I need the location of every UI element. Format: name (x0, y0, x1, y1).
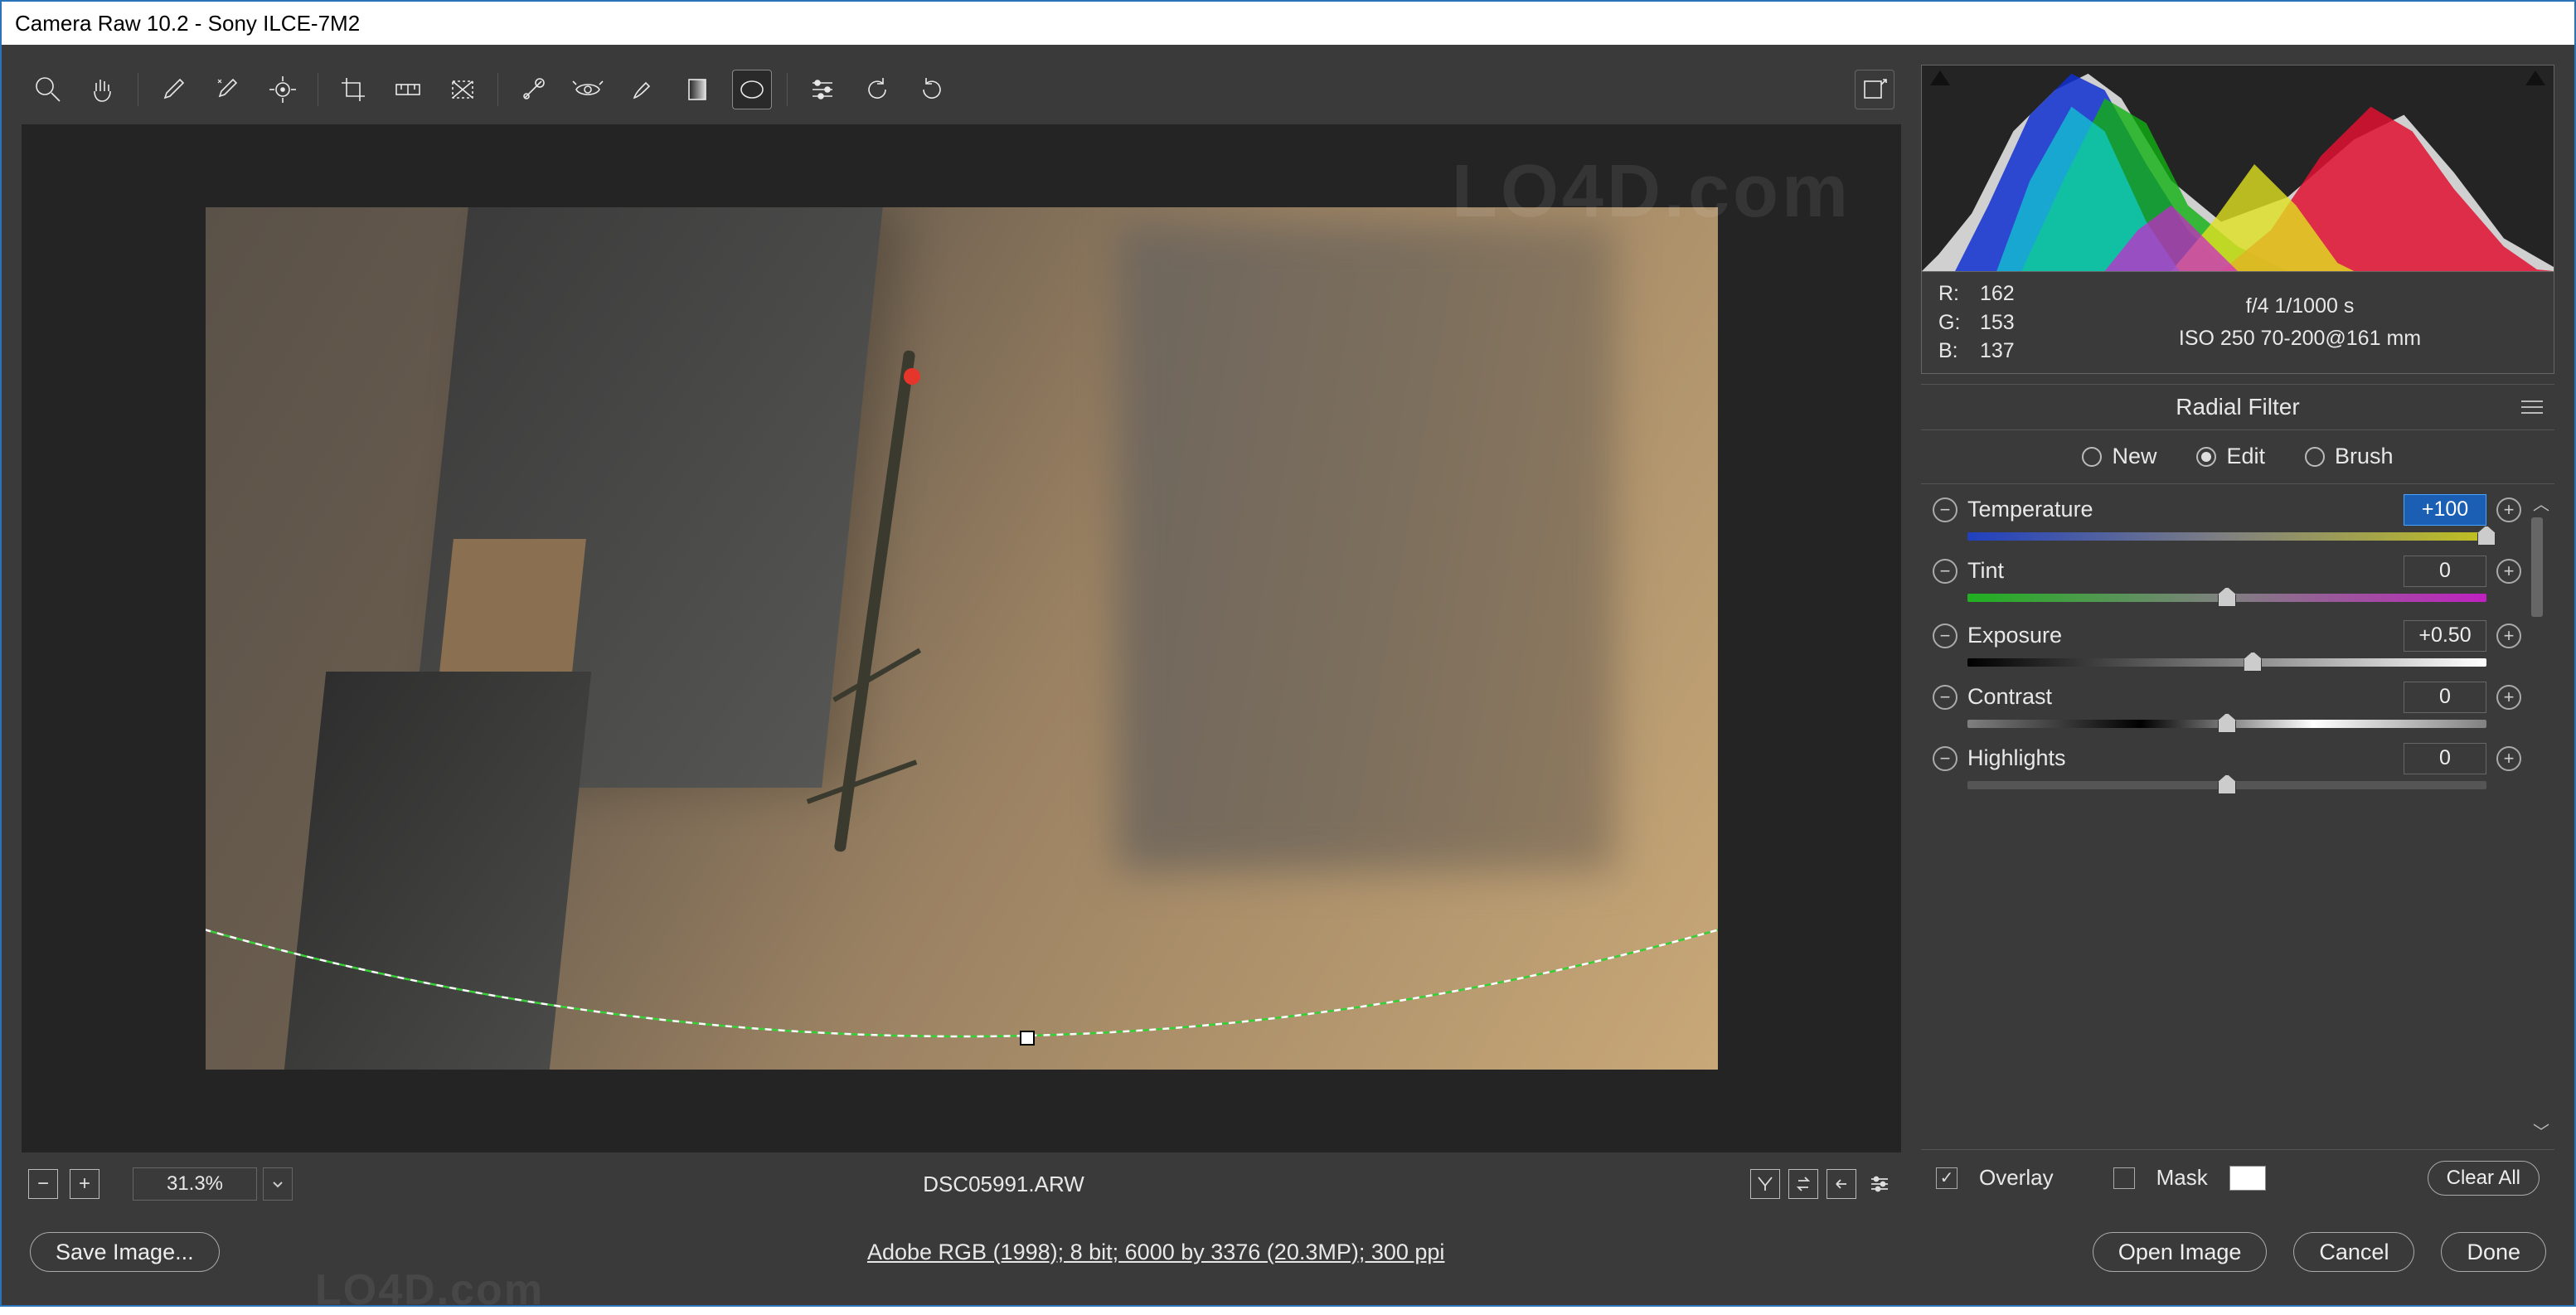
mode-edit-radio[interactable]: Edit (2196, 444, 2265, 469)
transform-tool-icon[interactable] (443, 70, 483, 109)
spot-removal-icon[interactable] (513, 70, 553, 109)
hand-tool-icon[interactable] (83, 70, 123, 109)
slider-value-contrast[interactable] (2404, 682, 2486, 713)
slider-thumb[interactable] (2218, 774, 2236, 794)
slider-track-tint[interactable] (1967, 594, 2486, 602)
slider-panel: ︿ −Temperature+−Tint+−Exposure+−Contrast… (1921, 483, 2554, 1150)
slider-label: Highlights (1967, 745, 2394, 771)
minus-icon[interactable]: − (1933, 746, 1957, 771)
slider-exposure: −Exposure + (1933, 620, 2521, 667)
panel-menu-icon[interactable] (2521, 396, 2543, 418)
slider-thumb[interactable] (2244, 652, 2262, 672)
scrollbar-thumb[interactable] (2531, 517, 2543, 617)
fullscreen-toggle-icon[interactable] (1855, 70, 1894, 109)
zoom-tool-icon[interactable] (28, 70, 68, 109)
target-adjust-icon[interactable] (263, 70, 303, 109)
slider-value-tint[interactable] (2404, 556, 2486, 587)
slider-label: Temperature (1967, 497, 2394, 522)
rotate-cw-icon[interactable] (912, 70, 952, 109)
exposure-info: f/4 1/1000 s (2246, 293, 2355, 320)
save-image-button[interactable]: Save Image... (30, 1232, 220, 1272)
panel-footer: ✓ Overlay Mask Clear All (1921, 1149, 2554, 1206)
copy-settings-icon[interactable] (1826, 1169, 1856, 1199)
done-button[interactable]: Done (2441, 1232, 2546, 1272)
mask-color-swatch[interactable] (2229, 1166, 2266, 1191)
color-sampler-icon[interactable] (208, 70, 248, 109)
minus-icon[interactable]: − (1933, 497, 1957, 522)
slider-thumb[interactable] (2218, 713, 2236, 733)
minus-icon[interactable]: − (1933, 559, 1957, 584)
zoom-out-button[interactable]: − (28, 1169, 58, 1199)
slider-label: Exposure (1967, 623, 2394, 648)
adjustment-pin[interactable] (904, 368, 920, 385)
slider-value-highlights[interactable] (2404, 743, 2486, 774)
slider-highlights: −Highlights + (1933, 743, 2521, 789)
scroll-down-icon[interactable]: ﹀ (2533, 1118, 2549, 1143)
zoom-dropdown-icon[interactable] (263, 1167, 293, 1201)
radial-filter-icon[interactable] (732, 70, 772, 109)
graduated-filter-icon[interactable] (677, 70, 717, 109)
workflow-options-link[interactable]: Adobe RGB (1998); 8 bit; 6000 by 3376 (2… (243, 1240, 2069, 1265)
slider-track-temperature[interactable] (1967, 532, 2486, 541)
zoom-level[interactable]: 31.3% (133, 1167, 257, 1201)
histogram[interactable] (1921, 65, 2554, 272)
plus-icon[interactable]: + (2496, 746, 2521, 771)
dialog-footer: Save Image... Adobe RGB (1998); 8 bit; 6… (22, 1219, 2554, 1285)
clear-all-button[interactable]: Clear All (2428, 1161, 2540, 1196)
open-image-button[interactable]: Open Image (2093, 1232, 2268, 1272)
panel-title: Radial Filter (1921, 384, 2554, 430)
watermark: LO4D.com (315, 1265, 544, 1315)
slider-track-contrast[interactable] (1967, 720, 2486, 728)
slider-value-temperature[interactable] (2404, 494, 2486, 526)
slider-track-highlights[interactable] (1967, 781, 2486, 789)
slider-label: Contrast (1967, 684, 2394, 710)
minus-icon[interactable]: − (1933, 685, 1957, 710)
info-readout: R:162 G:153 B:137 f/4 1/1000 s ISO 250 7… (1921, 272, 2554, 374)
lens-info: ISO 250 70-200@161 mm (2179, 325, 2421, 352)
preview-footer: − + 31.3% DSC05991.ARW (22, 1162, 1901, 1206)
mode-new-radio[interactable]: New (2082, 444, 2156, 469)
toolbar (22, 65, 1901, 114)
slider-thumb[interactable] (2218, 587, 2236, 607)
rotate-ccw-icon[interactable] (857, 70, 897, 109)
filename-label: DSC05991.ARW (269, 1172, 1739, 1197)
window-titlebar: Camera Raw 10.2 - Sony ILCE-7M2 (2, 2, 2574, 45)
slider-thumb[interactable] (2477, 526, 2496, 546)
slider-label: Tint (1967, 558, 2394, 584)
crop-tool-icon[interactable] (333, 70, 373, 109)
cancel-button[interactable]: Cancel (2293, 1232, 2414, 1272)
slider-value-exposure[interactable] (2404, 620, 2486, 652)
plus-icon[interactable]: + (2496, 559, 2521, 584)
mask-checkbox[interactable] (2113, 1167, 2135, 1189)
photo-preview (206, 207, 1718, 1070)
overlay-checkbox[interactable]: ✓ (1936, 1167, 1957, 1189)
straighten-tool-icon[interactable] (388, 70, 428, 109)
plus-icon[interactable]: + (2496, 497, 2521, 522)
redeye-tool-icon[interactable] (568, 70, 608, 109)
preview-area[interactable]: LO4D.com (22, 124, 1901, 1152)
swap-before-after-icon[interactable] (1788, 1169, 1818, 1199)
radial-filter-handle[interactable] (1020, 1031, 1035, 1046)
mode-brush-radio[interactable]: Brush (2305, 444, 2394, 469)
slider-temperature: −Temperature + (1933, 494, 2521, 541)
scroll-up-icon[interactable]: ︿ (2533, 491, 2549, 515)
window-title: Camera Raw 10.2 - Sony ILCE-7M2 (15, 11, 360, 36)
zoom-in-button[interactable]: + (70, 1169, 99, 1199)
slider-tint: −Tint + (1933, 556, 2521, 602)
presets-icon[interactable] (1865, 1169, 1894, 1199)
before-after-y-icon[interactable] (1750, 1169, 1780, 1199)
slider-contrast: −Contrast + (1933, 682, 2521, 728)
adjustment-brush-icon[interactable] (623, 70, 662, 109)
wb-eyedropper-icon[interactable] (153, 70, 193, 109)
plus-icon[interactable]: + (2496, 624, 2521, 648)
filter-mode-row: New Edit Brush (1921, 430, 2554, 483)
slider-track-exposure[interactable] (1967, 658, 2486, 667)
plus-icon[interactable]: + (2496, 685, 2521, 710)
minus-icon[interactable]: − (1933, 624, 1957, 648)
preferences-icon[interactable] (803, 70, 842, 109)
